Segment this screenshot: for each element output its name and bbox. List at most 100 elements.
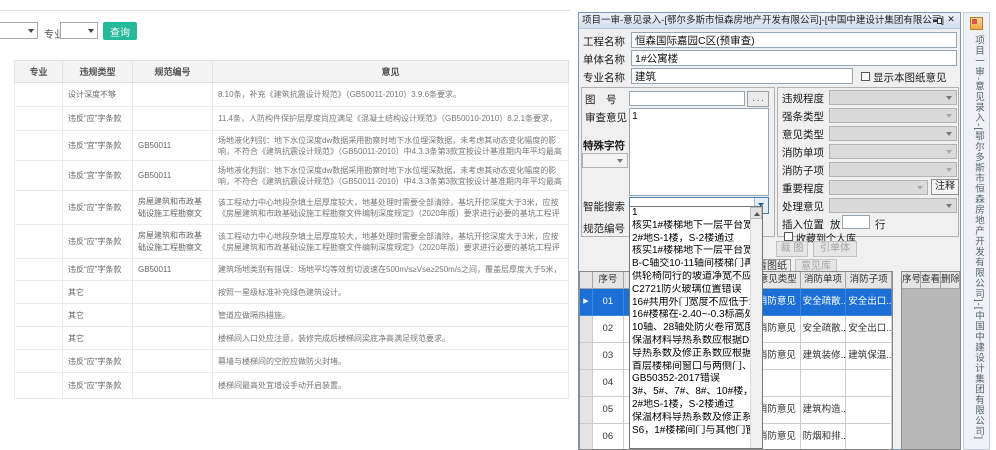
violation-level-label: 违规程度 (782, 93, 824, 105)
browse-button[interactable]: . . . (747, 91, 769, 107)
table-row[interactable]: 其它 楼梯间入口处应注意，装修完成后楼梯间梁底净高满足规范要求。 (14, 326, 569, 350)
dropdown-item[interactable]: GB50352-2017错误 (630, 373, 750, 386)
dropdown-item[interactable]: 16#楼梯在-2.40~-0.3标高处碰 (630, 309, 750, 322)
table-row[interactable]: 违反“应”字条款 GB50011 建筑场地类别有错误：场地平均等效剪切波速在50… (14, 258, 569, 281)
fire-subitem-combo[interactable] (829, 162, 957, 177)
importance-combo[interactable] (829, 180, 928, 195)
dropdown-item[interactable]: 2#地S-1楼，S-2楼通过 (630, 233, 750, 246)
table-row[interactable]: 违反“应”字条款 房屋建筑和市政基础设施工程勘察文件编制深度规定 该工程动力中心… (14, 190, 569, 225)
chevron-down-icon (946, 96, 952, 100)
opinion-entry-window: 项目一审-意见录入-[鄂尔多斯市恒森房地产开发有限公司]-[中国中建设计集团有限… (578, 12, 961, 450)
table-row[interactable]: 违反“应”字条款 11.4条，人防构件保护层厚度尚应满足《混凝土结构设计规范》（… (14, 106, 569, 131)
mandatory-type-label: 强条类型 (782, 111, 824, 123)
cite-unit-button[interactable]: 引单体 (813, 241, 857, 257)
importance-label: 重要程度 (782, 183, 824, 195)
special-chars-combo[interactable] (582, 153, 628, 168)
docked-tab[interactable]: 项目一审-意见录入-[鄂尔多斯市恒森房地产开发有限公司]-[中国中建设计集团有限… (963, 12, 990, 450)
docked-tab-title: 项目一审-意见录入-[鄂尔多斯市恒森房地产开发有限公司]-[中国中建设计集团有限… (973, 35, 984, 441)
annotate-button[interactable]: 注释 (931, 179, 959, 195)
dropdown-item[interactable]: 16#共用外门宽度不应低于1.2 (630, 297, 750, 310)
fire-item-label: 消防单项 (782, 147, 824, 159)
dropdown-item[interactable]: 10轴、28轴处防火卷帘宽度不 (630, 322, 750, 335)
left-panel-top-border (0, 10, 570, 11)
table-row[interactable]: 违反“宜”字条款 GB50011 场地液化判别：地下水位深度dw数据采用勘察时地… (14, 130, 569, 161)
chevron-down-icon (946, 132, 952, 136)
filter-combo-specialty[interactable] (60, 22, 98, 39)
favorite-checkbox[interactable] (784, 232, 793, 241)
smart-search-label: 智能搜索 (583, 201, 625, 213)
code-number-label: 规范编号 (583, 223, 625, 235)
dropdown-item[interactable]: 3#、5#、7#、8#、10#楼，疏 (630, 386, 750, 399)
chevron-down-icon (88, 29, 94, 33)
filter-combo-first[interactable] (0, 22, 38, 39)
dropdown-item[interactable]: 1 (630, 207, 750, 220)
dropdown-item[interactable]: 供轮椅同行的坡道净宽不应低 (630, 271, 750, 284)
table-header-row: 专业 违规类型 规范编号 意见 (14, 60, 569, 83)
dropdown-item[interactable]: 保温材料导热系数及修正系数 (630, 412, 750, 425)
col-header-code: 规范编号 (132, 60, 213, 83)
pin-icon[interactable] (933, 17, 943, 25)
smart-search-dropdown: 1 核实1#楼梯地下一层平台宽度 2#地S-1楼，S-2楼通过 核实1#楼梯地下… (629, 206, 763, 449)
dropdown-item[interactable]: B-C轴交10-11轴间楼梯门再二 (630, 258, 750, 271)
dropdown-item[interactable]: 首层楼梯间窗口与两侧门、窗 (630, 361, 750, 374)
dropdown-item[interactable]: C2721防火玻璃位置错误 (630, 284, 750, 297)
chevron-down-icon (28, 29, 34, 33)
col-header-violation-type: 违规类型 (62, 60, 133, 83)
opinion-type-combo[interactable] (829, 126, 957, 141)
violation-level-combo[interactable] (829, 90, 957, 105)
table-row[interactable]: 其它 按照一星级标准补充绿色建筑设计。 (14, 280, 569, 304)
grid-col-no: 序号 (592, 272, 624, 289)
dropdown-item[interactable]: 核实1#楼梯地下一层平台宽度 (630, 220, 750, 233)
dropdown-item[interactable]: 核实1#楼梯地下一层平台宽度 (630, 245, 750, 258)
chevron-down-icon (917, 186, 923, 190)
attach-col-delete: 删除 (941, 272, 960, 289)
table-row[interactable]: 违反“应”字条款 房屋建筑和市政基础设施工程勘察文件编制深度规定 该工程动力中心… (14, 224, 569, 259)
table-row[interactable]: 违反“应”字条款 幕墙与楼梯间的空腔应做防火封堵。 (14, 349, 569, 373)
close-icon[interactable]: ✕ (945, 14, 957, 25)
drawing-no-field[interactable] (629, 91, 745, 106)
dropdown-item[interactable]: 导热系数及修正系数应根据D (630, 348, 750, 361)
project-name-field[interactable] (631, 32, 957, 48)
window-title: 项目一审-意见录入-[鄂尔多斯市恒森房地产开发有限公司]-[中国中建设计集团有限… (582, 15, 945, 26)
table-row[interactable]: 设计深度不够 8.10条，补充《建筑抗震设计规范》（GB50011-2010）3… (14, 82, 569, 107)
grid-col-fire-sub: 消防子项 (846, 272, 892, 289)
table-row[interactable]: 违反“宜”字条款 GB50011 场地液化判别：地下水位深度dw数据采用勘察时地… (14, 160, 569, 191)
show-sheet-checkbox[interactable] (861, 72, 870, 81)
review-opinion-label: 审查意见 (585, 112, 627, 124)
row-marker-icon: ▶ (580, 289, 593, 316)
opinion-type-label: 意见类型 (782, 129, 824, 141)
table-row[interactable]: 其它 管道应做隔热措施。 (14, 303, 569, 327)
drawing-no-label: 图 号 (585, 94, 617, 106)
handling-label: 处理意见 (782, 201, 824, 213)
show-sheet-checkbox-label: 显示本图纸意见 (873, 72, 947, 84)
query-button[interactable]: 查询 (103, 22, 137, 40)
grid-col-fire-item: 消防单项 (800, 272, 847, 289)
dropdown-item[interactable]: 保温材料导热系数应根据DBJ (630, 335, 750, 348)
fire-item-combo[interactable] (829, 144, 957, 159)
dropdown-scrollbar[interactable] (750, 207, 762, 448)
chevron-down-icon (946, 204, 952, 208)
form-icon (970, 17, 983, 30)
table-row[interactable]: 违反“应”字条款 楼梯间最高处宜增设手动开启装置。 (14, 372, 569, 399)
insert-pos-suffix: 行 (875, 219, 886, 231)
insert-line-field[interactable] (842, 215, 870, 229)
mandatory-type-combo[interactable] (829, 108, 957, 123)
chevron-down-icon (946, 150, 952, 154)
specialty-name-label: 专业名称 (583, 72, 625, 84)
special-chars-label: 特殊字符 (583, 140, 625, 152)
fire-subitem-label: 消防子项 (782, 165, 824, 177)
dropdown-item[interactable]: 2#地S-1楼，S-2楼通过 (630, 399, 750, 412)
unit-name-label: 单体名称 (583, 54, 625, 66)
dropdown-item-list: 1 核实1#楼梯地下一层平台宽度 2#地S-1楼，S-2楼通过 核实1#楼梯地下… (630, 207, 750, 448)
chevron-down-icon (946, 114, 952, 118)
violations-table: 专业 违规类型 规范编号 意见 设计深度不够 8.10条，补充《建筑抗震设计规范… (14, 60, 569, 399)
window-titlebar[interactable]: 项目一审-意见录入-[鄂尔多斯市恒森房地产开发有限公司]-[中国中建设计集团有限… (579, 13, 960, 29)
handling-combo[interactable] (829, 198, 957, 213)
review-opinion-textarea[interactable]: 1 (629, 108, 769, 196)
unit-name-field[interactable] (631, 50, 957, 66)
specialty-name-field[interactable] (631, 68, 853, 84)
crop-button[interactable]: 裁 图 (776, 241, 808, 257)
project-name-label: 工程名称 (583, 36, 625, 48)
dropdown-item[interactable]: S6，1#楼梯间门与其他门窗 (630, 425, 750, 438)
scroll-up-icon[interactable] (750, 207, 762, 219)
